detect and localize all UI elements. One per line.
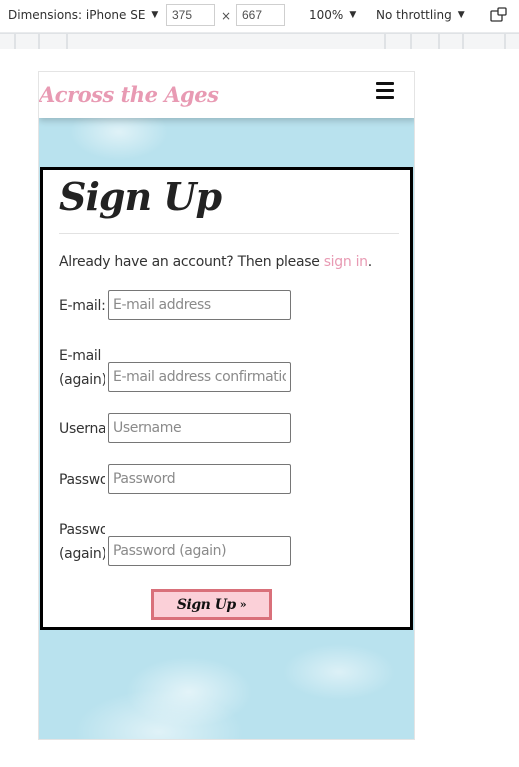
device-dimensions-label: Dimensions: iPhone SE <box>8 8 146 22</box>
menu-icon[interactable] <box>376 82 394 99</box>
zoom-select[interactable]: 100% ▼ <box>309 8 356 22</box>
site-header: Across the Ages <box>39 72 414 118</box>
divider <box>59 233 399 234</box>
password-confirm-label: Password (again): <box>59 522 105 562</box>
intro-text: Already have an account? Then please sig… <box>59 254 372 270</box>
email-confirm-field[interactable] <box>108 362 291 392</box>
zoom-label: 100% <box>309 8 344 22</box>
intro-text-end: . <box>367 254 372 270</box>
sign-up-button[interactable]: Sign Up» <box>151 589 272 620</box>
device-width-input[interactable] <box>166 4 215 26</box>
caret-down-icon: ▼ <box>151 10 159 20</box>
password-field[interactable] <box>108 464 291 494</box>
password-confirm-field[interactable] <box>108 536 291 566</box>
username-label: Username: <box>59 421 105 437</box>
caret-down-icon: ▼ <box>457 10 465 20</box>
page-title: Sign Up <box>59 174 222 219</box>
media-query-ruler <box>0 32 519 49</box>
caret-down-icon: ▼ <box>349 10 357 20</box>
device-height-input[interactable] <box>236 4 285 26</box>
password-label: Password: <box>59 472 105 488</box>
rotate-icon[interactable] <box>490 7 508 23</box>
signup-card: Sign Up Already have an account? Then pl… <box>40 167 413 630</box>
username-field[interactable] <box>108 413 291 443</box>
intro-text-start: Already have an account? Then please <box>59 254 324 270</box>
email-field[interactable] <box>108 290 291 320</box>
brand-logo[interactable]: Across the Ages <box>39 82 219 107</box>
sign-up-button-label: Sign Up <box>176 596 236 613</box>
device-toolbar: Dimensions: iPhone SE ▼ × 100% ▼ No thro… <box>0 0 519 32</box>
device-viewport: Across the Ages Sign Up Already have an … <box>38 71 415 740</box>
double-chevron-icon: » <box>239 598 247 611</box>
throttling-label: No throttling <box>376 8 452 22</box>
email-label: E-mail: <box>59 298 105 314</box>
device-dimensions-select[interactable]: Dimensions: iPhone SE ▼ <box>8 8 158 22</box>
throttling-select[interactable]: No throttling ▼ <box>376 8 465 22</box>
sign-in-link[interactable]: sign in <box>324 254 368 270</box>
email-confirm-label: E-mail (again): <box>59 348 105 388</box>
times-symbol: × <box>221 9 232 23</box>
